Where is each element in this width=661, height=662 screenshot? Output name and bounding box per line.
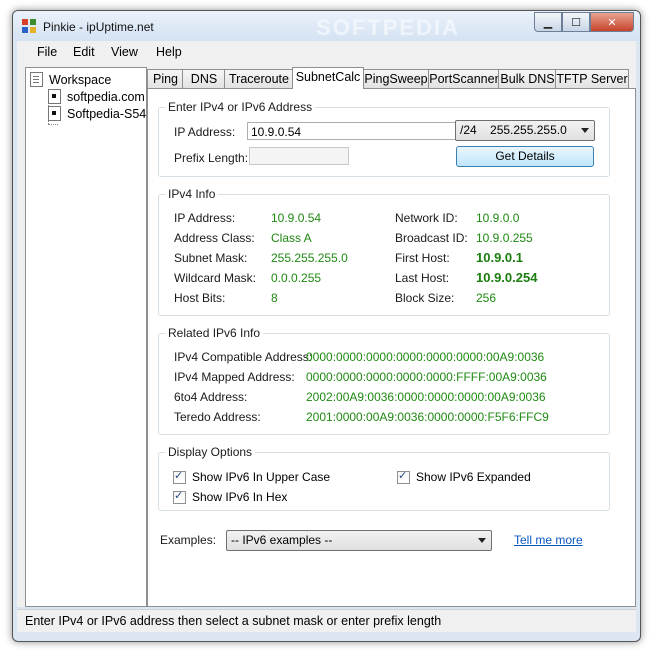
info-label: Address Class: xyxy=(174,231,255,245)
menu-edit[interactable]: Edit xyxy=(73,45,95,59)
minimize-icon: ▁ xyxy=(543,16,553,29)
group-title: Related IPv6 Info xyxy=(165,326,264,340)
group-title: Enter IPv4 or IPv6 Address xyxy=(165,100,316,114)
tab-traceroute[interactable]: Traceroute xyxy=(224,69,294,88)
close-button[interactable]: ✕ xyxy=(590,12,634,32)
status-text: Enter IPv4 or IPv6 address then select a… xyxy=(25,614,442,628)
info-label: Subnet Mask: xyxy=(174,251,248,265)
info-value: Class A xyxy=(271,231,312,245)
chevron-down-icon xyxy=(581,128,589,133)
info-label: Wildcard Mask: xyxy=(174,271,257,285)
status-bar: Enter IPv4 or IPv6 address then select a… xyxy=(17,609,636,632)
tab-ping[interactable]: Ping xyxy=(147,69,184,88)
info-label: IPv4 Compatible Address: xyxy=(174,350,313,364)
app-window: Pinkie - ipUptime.net SOFTPEDIA ▁ ☐ ✕ Fi… xyxy=(12,10,641,642)
get-details-button[interactable]: Get Details xyxy=(456,146,594,167)
close-icon: ✕ xyxy=(607,16,617,29)
app-icon xyxy=(22,19,36,33)
maximize-icon: ☐ xyxy=(571,16,581,29)
workspace-tree: Workspace softpedia.com Softpedia-S54 xyxy=(25,67,147,607)
ipv6-info-group: Related IPv6 Info IPv4 Compatible Addres… xyxy=(158,326,610,435)
tree-item-label: Workspace xyxy=(49,72,112,87)
info-value: 0000:0000:0000:0000:0000:0000:00A9:0036 xyxy=(306,350,545,364)
upper-case-checkbox[interactable]: Show IPv6 In Upper Case xyxy=(173,469,331,484)
hex-checkbox[interactable]: Show IPv6 In Hex xyxy=(173,489,288,504)
tab-dns[interactable]: DNS xyxy=(182,69,226,88)
subnetcalc-panel: Enter IPv4 or IPv6 Address IP Address: 1… xyxy=(147,88,636,607)
ip-address-label: IP Address: xyxy=(174,125,236,139)
info-label: First Host: xyxy=(395,251,450,265)
info-value: 255.255.255.0 xyxy=(271,251,348,265)
tree-item-label: softpedia.com xyxy=(67,89,145,104)
info-value: 0000:0000:0000:0000:0000:FFFF:00A9:0036 xyxy=(306,370,547,384)
info-label: Host Bits: xyxy=(174,291,226,305)
info-label: Teredo Address: xyxy=(174,410,261,424)
expanded-checkbox[interactable]: Show IPv6 Expanded xyxy=(397,469,531,484)
info-value: 10.9.0.1 xyxy=(476,250,523,265)
info-value: 256 xyxy=(476,291,497,305)
info-value: 8 xyxy=(271,291,278,305)
tree-item-label: Softpedia-S54 xyxy=(67,106,147,121)
host-icon xyxy=(48,89,61,104)
tree-item-workspace[interactable]: Workspace xyxy=(30,72,111,87)
tab-pingsweep[interactable]: PingSweep xyxy=(362,69,430,88)
examples-select[interactable]: -- IPv6 examples -- xyxy=(226,530,492,551)
chevron-down-icon xyxy=(478,538,486,543)
info-label: Network ID: xyxy=(395,211,458,225)
input-group: Enter IPv4 or IPv6 Address IP Address: 1… xyxy=(158,100,610,177)
checkbox-checked-icon xyxy=(397,469,410,484)
document-icon xyxy=(30,72,43,87)
ipv4-info-group: IPv4 Info IP Address: 10.9.0.54 Address … xyxy=(158,187,610,316)
info-value: 2001:0000:00A9:0036:0000:0000:F5F6:FFC9 xyxy=(306,410,549,424)
minimize-button[interactable]: ▁ xyxy=(534,12,562,32)
info-value: 10.9.0.255 xyxy=(476,231,533,245)
info-value: 0.0.0.255 xyxy=(271,271,322,285)
subnet-mask-select[interactable]: /24 255.255.255.0 xyxy=(455,120,595,141)
group-title: Display Options xyxy=(165,445,256,459)
tree-connector xyxy=(48,124,58,125)
examples-value: -- IPv6 examples -- xyxy=(231,533,333,547)
tell-me-more-link[interactable]: Tell me more xyxy=(514,533,583,547)
checkbox-checked-icon xyxy=(173,469,186,484)
menu-file[interactable]: File xyxy=(37,45,57,59)
menu-view[interactable]: View xyxy=(111,45,138,59)
info-label: Last Host: xyxy=(395,271,450,285)
checkbox-checked-icon xyxy=(173,489,186,504)
tree-item-softpedia-s54[interactable]: Softpedia-S54 xyxy=(48,106,146,121)
menu-bar: File Edit View Help xyxy=(17,41,636,63)
checkbox-label: Show IPv6 In Upper Case xyxy=(192,470,331,484)
tab-tftp-server[interactable]: TFTP Server xyxy=(555,69,629,88)
checkbox-label: Show IPv6 In Hex xyxy=(192,490,288,504)
tab-bulk-dns[interactable]: Bulk DNS xyxy=(498,69,557,88)
menu-help[interactable]: Help xyxy=(156,45,182,59)
info-label: IPv4 Mapped Address: xyxy=(174,370,295,384)
prefix-length-input[interactable] xyxy=(249,147,349,165)
host-icon xyxy=(48,106,61,121)
tree-item-softpedia-com[interactable]: softpedia.com xyxy=(48,89,145,104)
info-label: Broadcast ID: xyxy=(395,231,468,245)
info-label: 6to4 Address: xyxy=(174,390,248,404)
info-value: 10.9.0.254 xyxy=(476,270,538,285)
info-value: 10.9.0.54 xyxy=(271,211,322,225)
info-label: IP Address: xyxy=(174,211,236,225)
maximize-button[interactable]: ☐ xyxy=(562,12,590,32)
prefix-length-label: Prefix Length: xyxy=(174,151,249,165)
window-title: Pinkie - ipUptime.net xyxy=(43,20,154,34)
watermark: SOFTPEDIA xyxy=(316,15,460,40)
display-options-group: Display Options Show IPv6 In Upper Case … xyxy=(158,445,610,511)
tab-subnetcalc[interactable]: SubnetCalc xyxy=(292,67,364,89)
ip-address-input[interactable]: 10.9.0.54 xyxy=(247,122,457,140)
tab-portscanner[interactable]: PortScanner xyxy=(428,69,500,88)
examples-label: Examples: xyxy=(160,533,217,547)
subnet-mask-value: /24 255.255.255.0 xyxy=(460,123,567,137)
info-value: 2002:00A9:0036:0000:0000:0000:00A9:0036 xyxy=(306,390,546,404)
info-label: Block Size: xyxy=(395,291,455,305)
client-area: Workspace softpedia.com Softpedia-S54 Pi… xyxy=(17,63,636,607)
group-title: IPv4 Info xyxy=(165,187,219,201)
info-value: 10.9.0.0 xyxy=(476,211,520,225)
title-bar[interactable]: Pinkie - ipUptime.net SOFTPEDIA ▁ ☐ ✕ xyxy=(13,11,640,41)
checkbox-label: Show IPv6 Expanded xyxy=(416,470,531,484)
